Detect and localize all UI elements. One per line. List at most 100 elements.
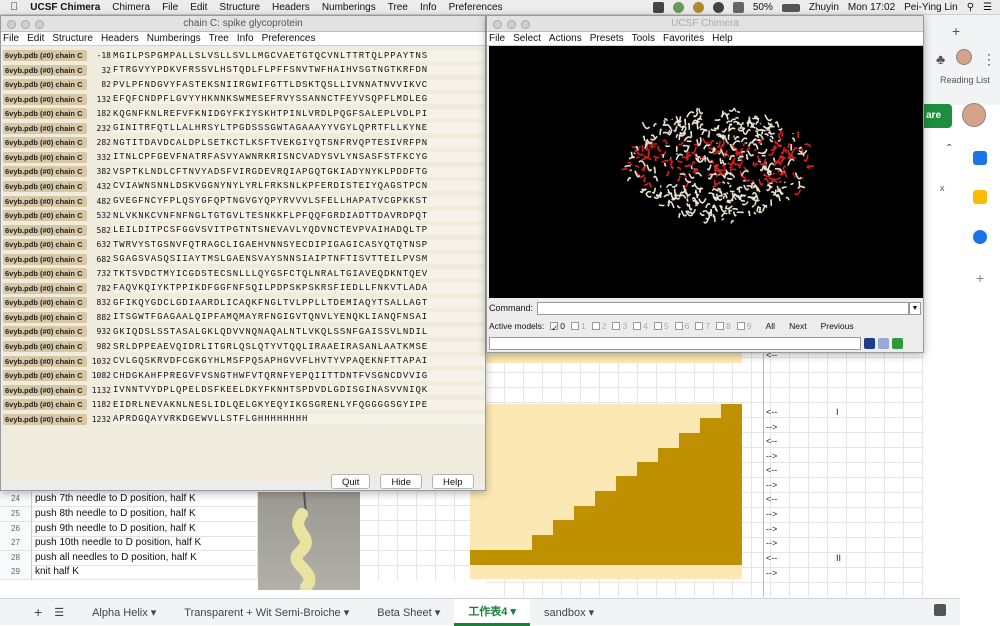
settings-icon[interactable] xyxy=(878,338,889,349)
caret-icon[interactable]: ˆ xyxy=(947,141,952,157)
share-button[interactable]: are xyxy=(924,104,952,128)
chain-label[interactable]: 6vyb.pdb (#0) chain C xyxy=(3,385,87,396)
menu-info[interactable]: Info xyxy=(420,2,437,13)
calendar-icon[interactable] xyxy=(973,151,987,165)
instruction-cell[interactable]: push 7th needle to D position, half K xyxy=(32,492,258,507)
chain-label[interactable]: 6vyb.pdb (#0) chain C xyxy=(3,370,87,381)
window-titlebar[interactable]: UCSF Chimera xyxy=(487,16,923,32)
sequence-text[interactable]: MGILPSPGMPALLSLVSLLSVLLMGCVAETGTQCVNLTTR… xyxy=(113,51,485,61)
sequence-row[interactable]: 6vyb.pdb (#0) chain C682SGAGSVASQSIIAYTM… xyxy=(3,252,485,267)
model-checkbox[interactable] xyxy=(571,322,579,330)
all-button[interactable]: All xyxy=(766,321,775,331)
previous-button[interactable]: Previous xyxy=(821,321,854,331)
sequence-text[interactable]: GFIKQYGDCLGDIAARDLICAQKFNGLTVLPPLLTDEMIA… xyxy=(113,298,485,308)
apple-icon[interactable]:  xyxy=(10,1,18,13)
sequence-text[interactable]: TWRVYSTGSNVFQTRAGCLIGAEHVNNSYECDIPIGAGIC… xyxy=(113,240,485,250)
sequence-text[interactable]: EFQFCNDPFLGVYYHKNNKSWMESEFRVYSSANNCTFEYV… xyxy=(113,94,485,104)
seq-menu-preferences[interactable]: Preferences xyxy=(262,32,316,45)
next-button[interactable]: Next xyxy=(789,321,806,331)
wifi-icon[interactable] xyxy=(733,2,744,13)
minimize-button[interactable] xyxy=(21,20,30,29)
chain-label[interactable]: 6vyb.pdb (#0) chain C xyxy=(3,297,87,308)
sequence-text[interactable]: SRLDPPEAEVQIDRLITGRLQSLQTYVTQQLIRAAEIRAS… xyxy=(113,342,485,352)
sequence-text[interactable]: APRDGQAYVRKDGEWVLLSTFLGHHHHHHHH xyxy=(113,414,485,424)
sequence-text[interactable]: NLVKNKCVNFNFNGLTGTGVLTESNKKFLPFQQFGRDIAD… xyxy=(113,211,485,221)
window-titlebar[interactable]: chain C: spike glycoprotein xyxy=(1,16,485,32)
model-checkbox[interactable] xyxy=(633,322,641,330)
zoom-button[interactable] xyxy=(35,20,44,29)
sequence-row[interactable]: 6vyb.pdb (#0) chain C1132IVNNTVYDPLQPELD… xyxy=(3,383,485,398)
chain-label[interactable]: 6vyb.pdb (#0) chain C xyxy=(3,312,87,323)
instruction-cell[interactable]: push 9th needle to D position, half K xyxy=(32,522,258,537)
instruction-cell[interactable]: knit half K xyxy=(32,565,258,580)
chain-label[interactable]: 6vyb.pdb (#0) chain C xyxy=(3,50,87,61)
menu-preferences[interactable]: Preferences xyxy=(449,2,503,13)
avatar[interactable] xyxy=(956,49,972,65)
sequence-text[interactable]: CHDGKAHFPREGVFVSNGTHWFVTQRNFYEPQIITTDNTF… xyxy=(113,371,485,381)
menu-structure[interactable]: Structure xyxy=(219,2,260,13)
model-checkbox[interactable] xyxy=(716,322,724,330)
menu-chimera[interactable]: Chimera xyxy=(112,2,150,13)
puzzle-icon[interactable]: ♣ xyxy=(936,51,945,67)
row-number[interactable]: 24 xyxy=(0,492,32,507)
sequence-text[interactable]: FAQVKQIYKTPPIKDFGGFNFSQILPDPSKPSKRSFIEDL… xyxy=(113,283,485,293)
sequence-text[interactable]: CVIAWNSNNLDSKVGGNYNYLYRLFRKSNLKPFERDISTE… xyxy=(113,181,485,191)
sequence-row[interactable]: 6vyb.pdb (#0) chain C232GINITRFQTLLALHRS… xyxy=(3,121,485,136)
chain-label[interactable]: 6vyb.pdb (#0) chain C xyxy=(3,399,87,410)
zoom-button[interactable] xyxy=(521,20,530,29)
chain-label[interactable]: 6vyb.pdb (#0) chain C xyxy=(3,94,87,105)
menu-edit[interactable]: Edit xyxy=(190,2,207,13)
seq-menu-structure[interactable]: Structure xyxy=(52,32,93,45)
instruction-cell[interactable]: push 8th needle to D position, half K xyxy=(32,507,258,522)
menu-actions[interactable]: Actions xyxy=(549,32,582,45)
menu-list-icon[interactable]: ☰ xyxy=(983,2,992,13)
more-icon[interactable]: ⋮ xyxy=(982,51,996,68)
chain-label[interactable]: 6vyb.pdb (#0) chain C xyxy=(3,356,87,367)
3d-viewer[interactable] xyxy=(489,46,923,298)
seq-menu-tree[interactable]: Tree xyxy=(209,32,229,45)
instruction-cell[interactable]: push all needles to D position, half K xyxy=(32,551,258,566)
pattern-cell[interactable] xyxy=(470,550,742,565)
minimize-button[interactable] xyxy=(507,20,516,29)
hide-button[interactable]: Hide xyxy=(380,474,422,489)
sequence-row[interactable]: 6vyb.pdb (#0) chain C32FTRGVYYPDKVFRSSVL… xyxy=(3,63,485,78)
close-button[interactable] xyxy=(7,20,16,29)
model-checkbox[interactable] xyxy=(695,322,703,330)
sequence-text[interactable]: KQGNFKNLREFVFKNIDGYFKIYSKHTPINLVRDLPQGFS… xyxy=(113,109,485,119)
model-checkbox[interactable] xyxy=(612,322,620,330)
status-icon[interactable] xyxy=(673,2,684,13)
chevron-down-icon[interactable]: ▼ xyxy=(909,302,921,315)
sequence-text[interactable]: EIDRLNEVAKNLNESLIDLQELGKYEQYIKGSGRENLYFQ… xyxy=(113,400,485,410)
chain-label[interactable]: 6vyb.pdb (#0) chain C xyxy=(3,283,87,294)
sequence-row[interactable]: 6vyb.pdb (#0) chain C532NLVKNKCVNFNFNGLT… xyxy=(3,208,485,223)
close-button[interactable] xyxy=(493,20,502,29)
model-checkbox[interactable]: ✓ xyxy=(550,322,558,330)
sequence-text[interactable]: GINITRFQTLLALHRSYLTPGDSSSGWTAGAAAYYVGYLQ… xyxy=(113,123,485,133)
status-icon[interactable] xyxy=(713,2,724,13)
sequence-text[interactable]: ITSGWTFGAGAALQIPFAMQMAYRFNGIGVTQNVLYENQK… xyxy=(113,312,485,322)
battery-percent[interactable]: 50% xyxy=(753,2,773,13)
reading-list[interactable]: Reading List xyxy=(940,75,990,85)
menu-help[interactable]: Help xyxy=(712,32,733,45)
chain-label[interactable]: 6vyb.pdb (#0) chain C xyxy=(3,79,87,90)
explore-button[interactable] xyxy=(934,604,946,616)
menu-select[interactable]: Select xyxy=(513,32,541,45)
app-name[interactable]: UCSF Chimera xyxy=(30,2,100,13)
add-icon[interactable]: + xyxy=(976,270,984,286)
sequence-row[interactable]: 6vyb.pdb (#0) chain C882ITSGWTFGAGAALQIP… xyxy=(3,310,485,325)
sequence-row[interactable]: 6vyb.pdb (#0) chain C82PVLPFNDGVYFASTEKS… xyxy=(3,77,485,92)
sequence-text[interactable]: CVLGQSKRVDFCGKGYHLMSFPQSAPHGVVFLHVTYVPAQ… xyxy=(113,356,485,366)
sequence-row[interactable]: 6vyb.pdb (#0) chain C-18MGILPSPGMPALLSLV… xyxy=(3,48,485,63)
sequence-text[interactable]: NGTITDAVDCALDPLSETKCTLKSFTVEKGIYQTSNFRVQ… xyxy=(113,138,485,148)
sequence-row[interactable]: 6vyb.pdb (#0) chain C282NGTITDAVDCALDPLS… xyxy=(3,135,485,150)
chain-label[interactable]: 6vyb.pdb (#0) chain C xyxy=(3,239,87,250)
sequence-row[interactable]: 6vyb.pdb (#0) chain C732TKTSVDCTMYICGDST… xyxy=(3,266,485,281)
chain-label[interactable]: 6vyb.pdb (#0) chain C xyxy=(3,326,87,337)
tab-beta-sheet[interactable]: Beta Sheet ▾ xyxy=(363,606,454,619)
command-input[interactable] xyxy=(537,302,909,315)
search-icon[interactable]: ⚲ xyxy=(967,2,974,13)
sequence-row[interactable]: 6vyb.pdb (#0) chain C832GFIKQYGDCLGDIAAR… xyxy=(3,295,485,310)
model-checkbox[interactable] xyxy=(737,322,745,330)
menu-tree[interactable]: Tree xyxy=(388,2,408,13)
sequence-row[interactable]: 6vyb.pdb (#0) chain C482GVEGFNCYFPLQSYGF… xyxy=(3,194,485,209)
